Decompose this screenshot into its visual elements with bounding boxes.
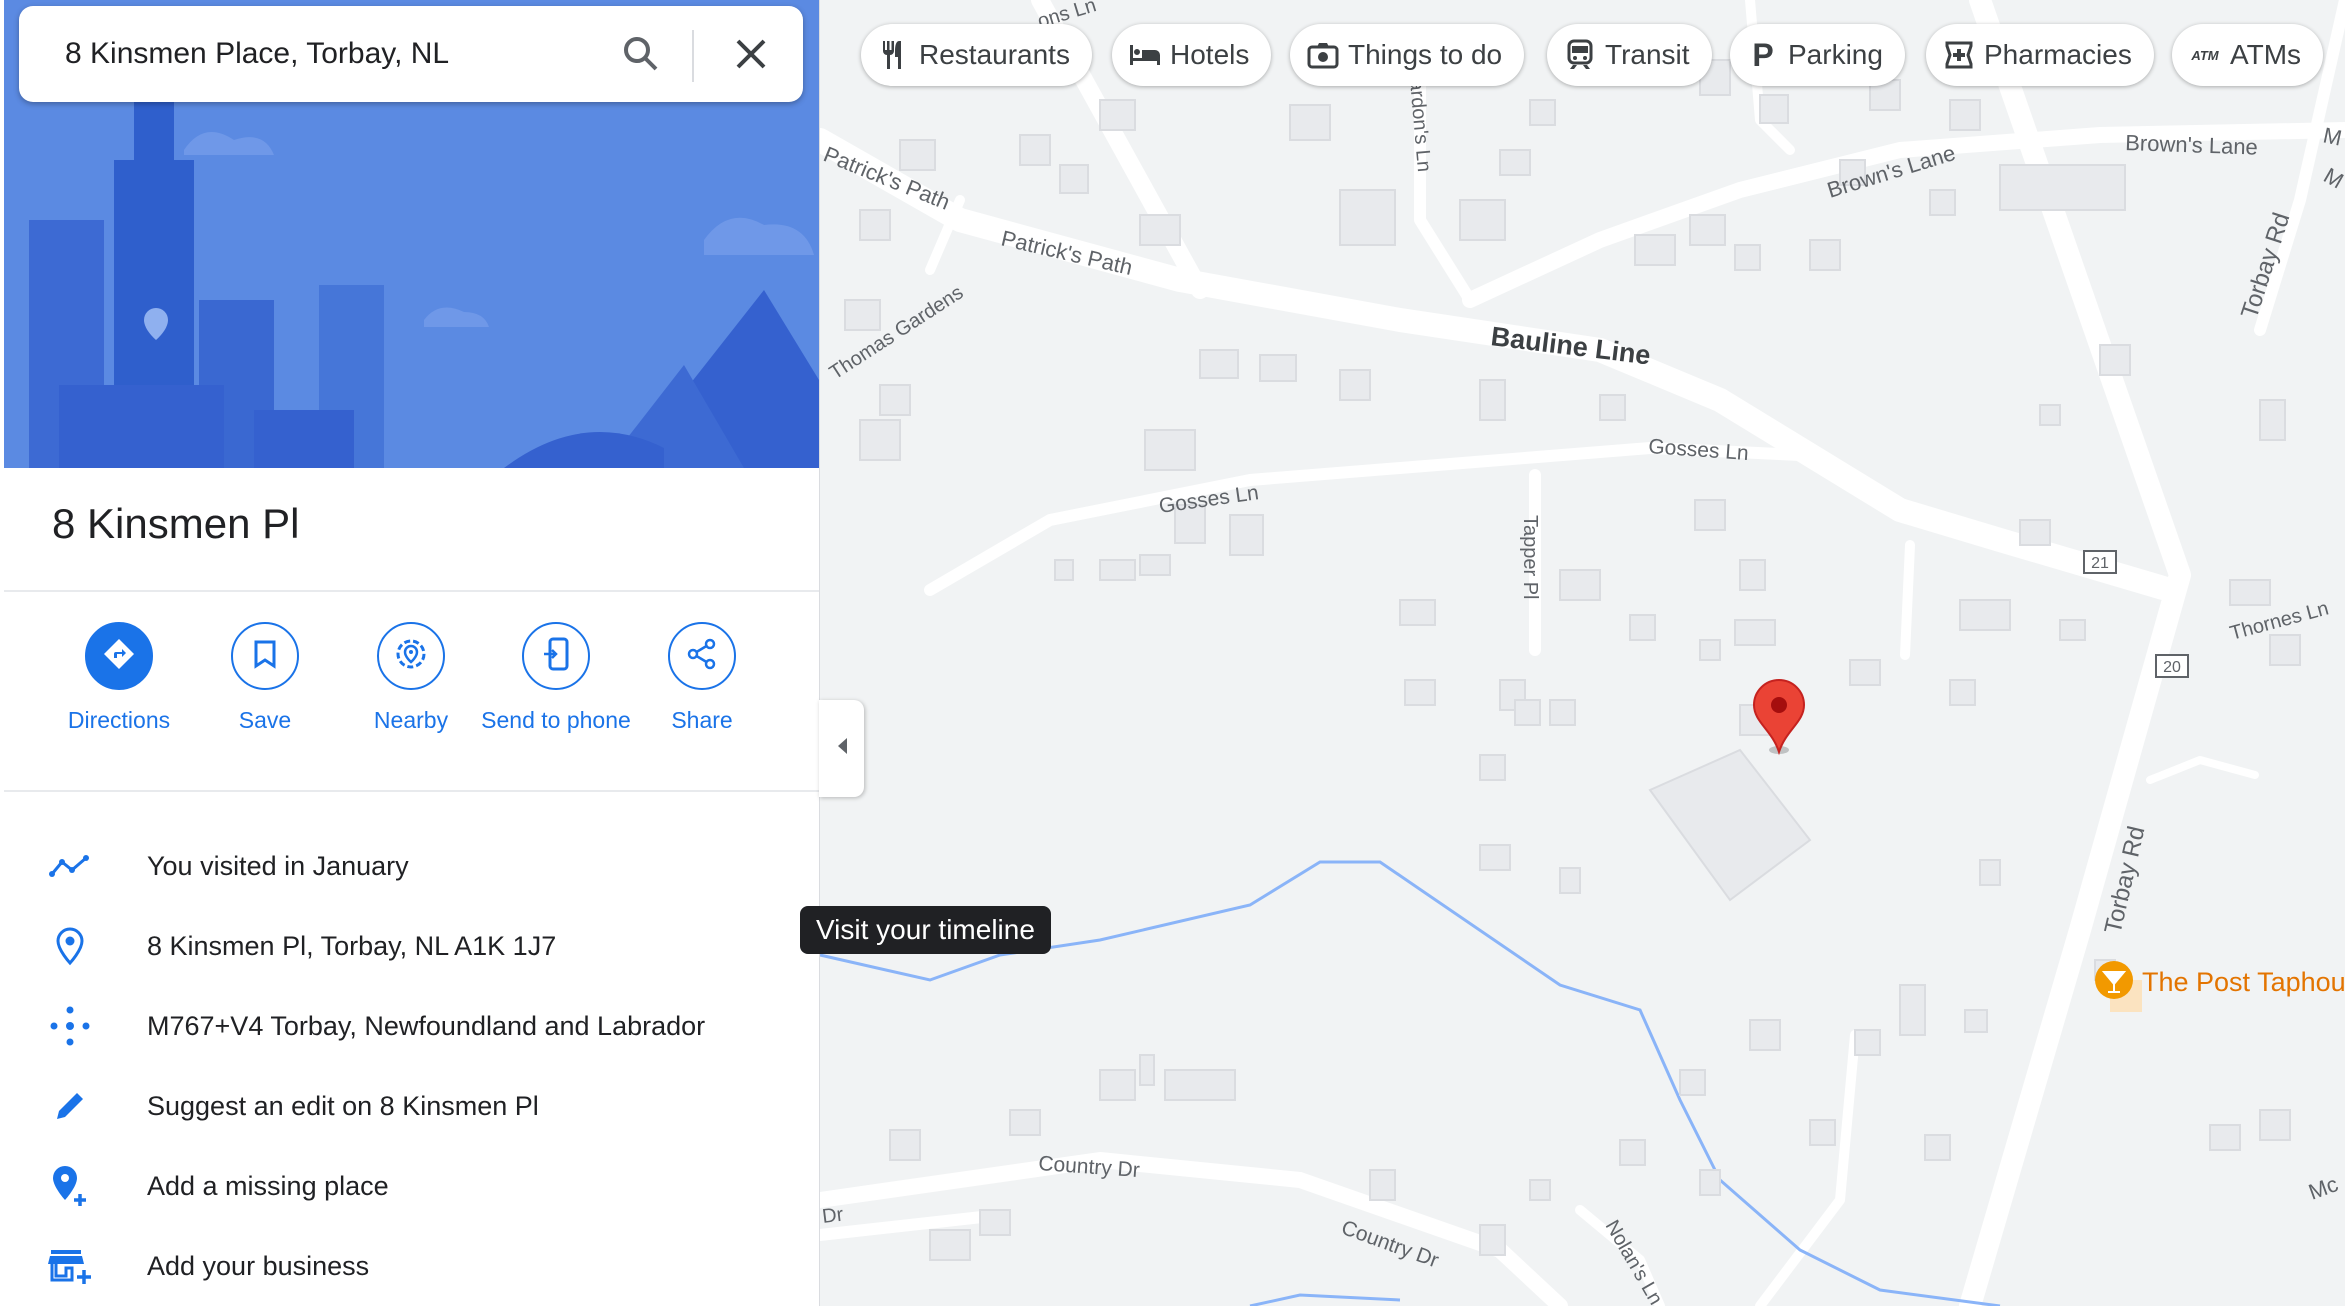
add-business-text: Add your business <box>147 1251 370 1281</box>
divider <box>4 590 819 592</box>
chip-label: Hotels <box>1170 39 1250 70</box>
suggest-edit-text: Suggest an edit on 8 Kinsmen Pl <box>147 1091 539 1121</box>
suggest-edit-row[interactable]: Suggest an edit on 8 Kinsmen Pl <box>0 1066 819 1146</box>
share-button[interactable]: Share <box>627 622 777 736</box>
directions-button[interactable]: Directions <box>44 622 194 736</box>
chip-label: Transit <box>1605 39 1690 70</box>
bed-icon <box>1128 38 1162 72</box>
search-box[interactable]: 8 Kinsmen Place, Torbay, NL <box>19 6 803 102</box>
chip-transit[interactable]: Transit <box>1547 24 1712 86</box>
action-label: Save <box>238 707 292 733</box>
atm-icon: ATM <box>2191 47 2219 63</box>
place-panel: 8 Kinsmen Place, Torbay, NL 8 Kinsmen Pl… <box>0 0 820 1306</box>
chip-label: Restaurants <box>919 39 1070 70</box>
address-row[interactable]: 8 Kinsmen Pl, Torbay, NL A1K 1J7 <box>0 906 819 986</box>
chip-label: Pharmacies <box>1984 39 2132 70</box>
add-location-icon <box>48 1164 92 1208</box>
parking-icon: P <box>1752 36 1774 73</box>
divider <box>4 790 819 792</box>
add-place-row[interactable]: Add a missing place <box>0 1146 819 1226</box>
nearby-button[interactable]: Nearby <box>336 622 486 736</box>
camera-icon <box>1306 38 1340 72</box>
chip-parking[interactable]: P Parking <box>1730 24 1905 86</box>
add-business-row[interactable]: Add your business <box>0 1226 819 1306</box>
close-icon[interactable] <box>727 30 775 78</box>
collapse-panel-button[interactable] <box>819 700 864 797</box>
fork-knife-icon <box>877 38 911 72</box>
svg-text:The Post Taphou: The Post Taphou <box>2142 967 2345 997</box>
chip-label: Parking <box>1788 39 1883 70</box>
directions-icon <box>101 636 137 677</box>
chip-things-to-do[interactable]: Things to do <box>1290 24 1525 86</box>
search-icon[interactable] <box>617 30 665 78</box>
action-label: Send to phone <box>481 707 631 733</box>
save-button[interactable]: Save <box>190 622 340 736</box>
pharmacy-icon <box>1942 38 1976 72</box>
chip-pharmacies[interactable]: Pharmacies <box>1926 24 2154 86</box>
bookmark-icon <box>253 639 277 674</box>
svg-text:20: 20 <box>2163 659 2181 676</box>
chip-restaurants[interactable]: Restaurants <box>861 24 1092 86</box>
map-label-edge-dr: Dr <box>821 1204 845 1228</box>
action-label: Directions <box>67 707 171 733</box>
map-label-browns-lane-east: Brown's Lane <box>2125 130 2258 160</box>
timeline-icon <box>48 844 92 888</box>
action-label: Share <box>671 707 733 733</box>
add-place-text: Add a missing place <box>147 1171 389 1201</box>
search-divider <box>692 30 694 82</box>
chip-label: Things to do <box>1348 39 1503 70</box>
timeline-text: You visited in January <box>147 851 409 881</box>
send-to-phone-button[interactable]: Send to phone <box>481 622 631 736</box>
phone-icon <box>542 637 570 676</box>
chip-atms[interactable]: ATM ATMs <box>2172 24 2324 86</box>
address-text: 8 Kinsmen Pl, Torbay, NL A1K 1J7 <box>147 931 557 961</box>
train-icon <box>1563 38 1597 72</box>
search-input[interactable]: 8 Kinsmen Place, Torbay, NL <box>65 6 449 102</box>
svg-text:21: 21 <box>2091 555 2109 572</box>
share-icon <box>686 638 718 675</box>
caret-left-icon <box>835 736 849 761</box>
pencil-icon <box>48 1084 92 1128</box>
plus-code-row[interactable]: M767+V4 Torbay, Newfoundland and Labrado… <box>0 986 819 1066</box>
place-title: 8 Kinsmen Pl <box>52 500 300 547</box>
map-label-tapper-pl: Tapper Pl <box>1519 515 1541 600</box>
nearby-icon <box>394 637 428 676</box>
add-business-icon <box>48 1244 92 1288</box>
location-pin-icon <box>48 924 92 968</box>
chip-hotels[interactable]: Hotels <box>1112 24 1272 86</box>
plus-code-icon <box>48 1004 92 1048</box>
action-label: Nearby <box>373 707 449 733</box>
plus-code-text: M767+V4 Torbay, Newfoundland and Labrado… <box>147 1011 706 1041</box>
chip-label: ATMs <box>2230 39 2302 70</box>
timeline-tooltip: Visit your timeline <box>800 906 1051 954</box>
timeline-row[interactable]: You visited in January <box>0 826 819 906</box>
